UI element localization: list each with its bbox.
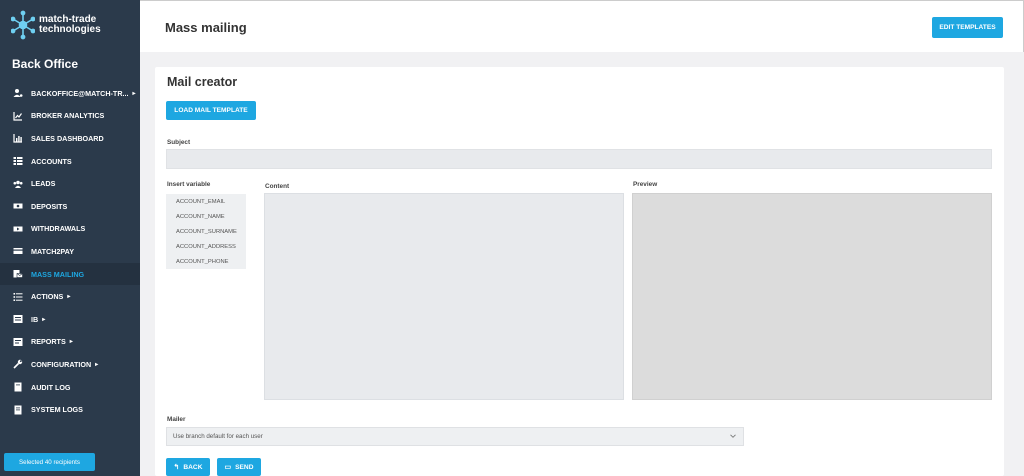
user-cog-icon — [12, 88, 24, 98]
subject-input[interactable] — [166, 149, 992, 169]
content-editor[interactable] — [264, 193, 624, 400]
sidebar-item-label: LEADS — [31, 179, 56, 189]
caret-right-icon: ▸ — [42, 316, 46, 323]
sidebar-item-user[interactable]: BACKOFFICE@MATCH-TR... ▸ — [0, 82, 140, 105]
insert-variable-label: Insert variable — [167, 181, 211, 188]
brand-name: match-trade technologies — [39, 15, 101, 35]
sidebar-item-ib[interactable]: IB ▸ — [0, 308, 140, 331]
line-chart-icon — [12, 111, 24, 121]
variable-item-account-address[interactable]: ACCOUNT_ADDRESS — [166, 239, 246, 254]
page-header: Mass mailing EDIT TEMPLATES — [140, 0, 1024, 52]
edit-templates-button[interactable]: EDIT TEMPLATES — [932, 17, 1003, 38]
sidebar-item-label: CONFIGURATION — [31, 359, 92, 369]
sidebar-item-label: SYSTEM LOGS — [31, 405, 83, 415]
brand-logo[interactable]: match-trade technologies — [11, 10, 101, 40]
sidebar-item-label: ACTIONS — [31, 292, 64, 302]
content-label: Content — [265, 183, 290, 190]
subject-label: Subject — [167, 139, 191, 146]
caret-right-icon: ▸ — [132, 90, 136, 97]
selected-recipients-badge[interactable]: Selected 40 recipients — [4, 453, 95, 471]
sidebar-item-label: MASS MAILING — [31, 269, 85, 279]
ib-icon — [12, 314, 24, 324]
sidebar-item-audit-log[interactable]: AUDIT LOG — [0, 376, 140, 399]
book-icon — [12, 382, 24, 392]
caret-right-icon: ▸ — [67, 294, 71, 301]
sidebar-title: Back Office — [12, 57, 79, 71]
back-button[interactable]: ↰ BACK — [166, 458, 210, 476]
sidebar-item-label: BROKER ANALYTICS — [31, 111, 105, 121]
sidebar-item-label: REPORTS — [31, 337, 66, 347]
tasks-icon — [12, 292, 24, 302]
money-icon — [12, 201, 24, 211]
mailer-select-value: Use branch default for each user — [173, 433, 263, 440]
sidebar-item-accounts[interactable]: ACCOUNTS — [0, 150, 140, 173]
sidebar-item-broker-analytics[interactable]: BROKER ANALYTICS — [0, 105, 140, 128]
sidebar-item-leads[interactable]: LEADS — [0, 172, 140, 195]
page-title: Mass mailing — [165, 20, 247, 35]
sidebar-item-configuration[interactable]: CONFIGURATION ▸ — [0, 353, 140, 376]
users-icon — [12, 179, 24, 189]
sidebar-item-label: IB — [31, 314, 39, 324]
sidebar-item-system-logs[interactable]: SYSTEM LOGS — [0, 398, 140, 421]
wrench-icon — [12, 359, 24, 369]
sidebar-item-label: SALES DASHBOARD — [31, 133, 104, 143]
mail-creator-card: Mail creator LOAD MAIL TEMPLATE Subject … — [155, 67, 1004, 476]
bar-chart-icon — [12, 133, 24, 144]
sidebar-item-label: WITHDRAWALS — [31, 224, 86, 234]
sidebar-item-actions[interactable]: ACTIONS ▸ — [0, 285, 140, 308]
variable-list: ACCOUNT_EMAIL ACCOUNT_NAME ACCOUNT_SURNA… — [166, 194, 246, 269]
withdraw-icon — [12, 224, 24, 234]
caret-right-icon: ▸ — [69, 339, 73, 346]
sidebar-item-reports[interactable]: REPORTS ▸ — [0, 331, 140, 354]
preview-label: Preview — [633, 181, 658, 188]
load-mail-template-button[interactable]: LOAD MAIL TEMPLATE — [166, 101, 256, 120]
brand-logo-icon — [11, 10, 35, 40]
sidebar-item-withdrawals[interactable]: WITHDRAWALS — [0, 218, 140, 241]
variable-item-account-name[interactable]: ACCOUNT_NAME — [166, 209, 246, 224]
card-title: Mail creator — [167, 75, 238, 89]
back-button-label: BACK — [183, 463, 203, 471]
chevron-down-icon — [730, 434, 736, 438]
sidebar-item-deposits[interactable]: DEPOSITS — [0, 195, 140, 218]
report-icon — [12, 337, 24, 347]
caret-right-icon: ▸ — [95, 361, 99, 368]
sidebar-item-label: DEPOSITS — [31, 201, 68, 211]
sidebar-item-match2pay[interactable]: MATCH2PAY — [0, 240, 140, 263]
mailer-select[interactable]: Use branch default for each user — [166, 427, 744, 446]
sidebar-item-label: BACKOFFICE@MATCH-TR... — [31, 88, 129, 98]
sidebar-item-label: MATCH2PAY — [31, 246, 74, 256]
send-button[interactable]: ▭ SEND — [217, 458, 261, 476]
mailer-label: Mailer — [167, 416, 186, 423]
mail-icon — [12, 269, 24, 279]
variable-item-account-phone[interactable]: ACCOUNT_PHONE — [166, 254, 246, 269]
sidebar-item-sales-dashboard[interactable]: SALES DASHBOARD — [0, 127, 140, 150]
variable-item-account-email[interactable]: ACCOUNT_EMAIL — [166, 194, 246, 209]
logbook-icon — [12, 405, 24, 415]
inbox-icon: ▭ — [224, 464, 232, 471]
brand-line2: technologies — [39, 24, 101, 35]
preview-pane — [632, 193, 992, 400]
reply-arrow-icon: ↰ — [173, 464, 180, 471]
send-button-label: SEND — [235, 463, 254, 471]
list-icon — [12, 156, 24, 166]
sidebar-item-mass-mailing[interactable]: MASS MAILING — [0, 262, 140, 286]
card-icon — [12, 246, 24, 256]
sidebar-nav: BACKOFFICE@MATCH-TR... ▸ BROKER ANALYTIC… — [0, 82, 140, 421]
sidebar: match-trade technologies Back Office BAC… — [0, 0, 140, 476]
sidebar-item-label: AUDIT LOG — [31, 382, 71, 392]
sidebar-item-label: ACCOUNTS — [31, 156, 72, 166]
variable-item-account-surname[interactable]: ACCOUNT_SURNAME — [166, 224, 246, 239]
